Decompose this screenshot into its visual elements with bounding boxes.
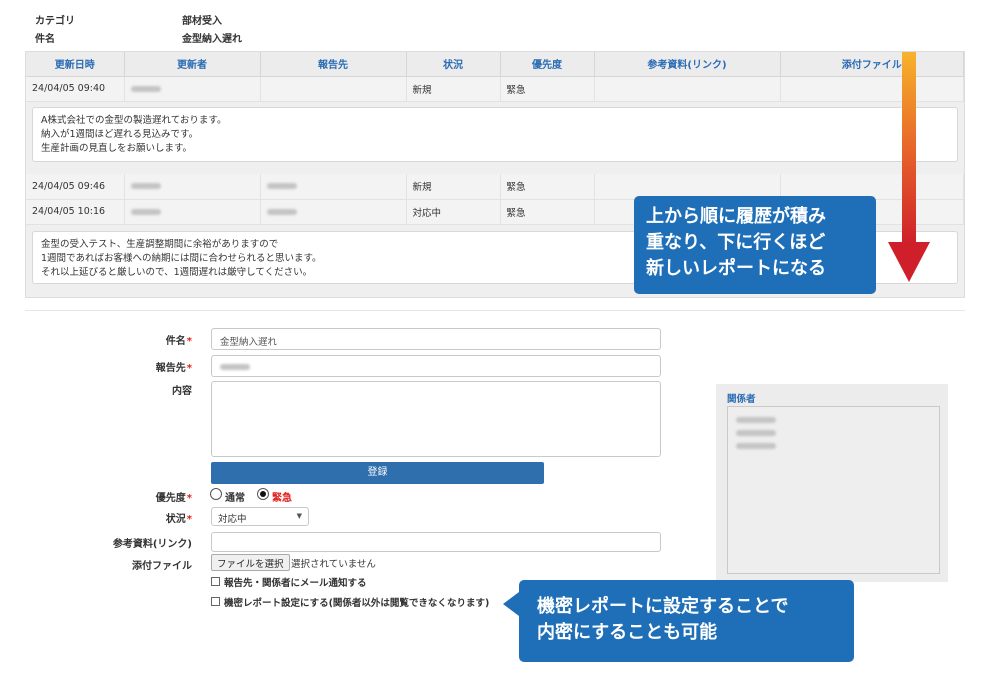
row-priority: 緊急 bbox=[500, 76, 595, 102]
redacted-name bbox=[266, 208, 297, 215]
content-textarea[interactable] bbox=[211, 381, 661, 457]
redacted-name bbox=[736, 443, 776, 449]
form-status-label: 状況* bbox=[165, 514, 192, 525]
row-priority: 緊急 bbox=[500, 199, 595, 225]
priority-normal-radio[interactable] bbox=[210, 488, 222, 500]
redacted-name bbox=[130, 183, 161, 190]
file-status: 選択されていません bbox=[291, 559, 376, 570]
row-report-to bbox=[260, 174, 407, 200]
subject-label: 件名 bbox=[35, 34, 55, 45]
priority-normal-label: 通常 bbox=[225, 493, 245, 504]
confidential-callout: 機密レポートに設定することで 内密にすることも可能 bbox=[503, 580, 854, 662]
history-header-row: 更新日時 更新者 報告先 状況 優先度 参考資料(リンク) 添付ファイル bbox=[26, 52, 964, 77]
redacted-name bbox=[130, 208, 161, 215]
history-order-callout: 上から順に履歴が積み 重なり、下に行くほど 新しいレポートになる bbox=[634, 196, 876, 294]
confidential-checkbox[interactable] bbox=[211, 597, 220, 606]
col-header-priority: 優先度 bbox=[500, 52, 595, 77]
row-priority: 緊急 bbox=[500, 174, 595, 200]
callout-tail bbox=[503, 592, 519, 616]
row-status: 新規 bbox=[406, 76, 501, 102]
redacted-name bbox=[130, 85, 161, 92]
related-persons-panel: 関係者 bbox=[716, 384, 948, 582]
report-to-input[interactable] bbox=[211, 355, 661, 377]
redacted-name bbox=[736, 417, 776, 423]
col-header-datetime: 更新日時 bbox=[26, 52, 125, 77]
row-report-to bbox=[260, 76, 407, 102]
row-updater bbox=[124, 199, 261, 225]
redacted-name bbox=[220, 363, 250, 370]
history-row: 24/04/05 09:40 新規 緊急 bbox=[26, 76, 964, 102]
row-status: 対応中 bbox=[406, 199, 501, 225]
redacted-name bbox=[266, 183, 297, 190]
file-select-button[interactable]: ファイルを選択 bbox=[211, 554, 290, 571]
confidential-checkbox-label: 機密レポート設定にする(関係者以外は閲覧できなくなります) bbox=[224, 598, 490, 609]
callout-line: 重なり、下に行くほど bbox=[646, 232, 826, 253]
category-label: カテゴリ bbox=[35, 16, 75, 27]
down-arrow-icon bbox=[888, 52, 930, 282]
col-header-status: 状況 bbox=[406, 52, 501, 77]
subject-input[interactable]: 金型納入遅れ bbox=[211, 328, 661, 350]
row-datetime: 24/04/05 09:46 bbox=[26, 174, 125, 200]
notify-checkbox[interactable] bbox=[211, 577, 220, 586]
notify-checkbox-label: 報告先・関係者にメール通知する bbox=[224, 578, 367, 589]
link-input[interactable] bbox=[211, 532, 661, 552]
subject-value: 金型納入遅れ bbox=[182, 34, 242, 45]
priority-urgent-label: 緊急 bbox=[272, 493, 292, 504]
row-status: 新規 bbox=[406, 174, 501, 200]
related-persons-list[interactable] bbox=[727, 406, 940, 574]
col-header-report-to: 報告先 bbox=[260, 52, 407, 77]
register-button[interactable]: 登録 bbox=[211, 462, 544, 484]
section-divider bbox=[25, 310, 965, 311]
priority-urgent-radio[interactable] bbox=[257, 488, 269, 500]
chevron-down-icon: ▼ bbox=[296, 512, 302, 520]
row-link bbox=[594, 76, 781, 102]
related-persons-title: 関係者 bbox=[727, 394, 756, 405]
form-content-label: 内容 bbox=[172, 386, 192, 397]
message-line: 納入が1週間ほど遅れる見込みです。 bbox=[41, 129, 199, 140]
category-value: 部材受入 bbox=[182, 16, 222, 27]
form-priority-label: 優先度* bbox=[155, 493, 192, 504]
col-header-link: 参考資料(リンク) bbox=[594, 52, 781, 77]
history-table: 更新日時 更新者 報告先 状況 優先度 参考資料(リンク) 添付ファイル 24/… bbox=[26, 52, 964, 102]
callout-line: 上から順に履歴が積み bbox=[646, 206, 826, 227]
message-line: 生産計画の見直しをお願いします。 bbox=[41, 143, 193, 154]
row-updater bbox=[124, 76, 261, 102]
form-subject-label: 件名* bbox=[165, 336, 192, 347]
redacted-name bbox=[736, 430, 776, 436]
row-datetime: 24/04/05 09:40 bbox=[26, 76, 125, 102]
callout-line: 新しいレポートになる bbox=[646, 258, 826, 279]
form-attachment-label: 添付ファイル bbox=[132, 561, 192, 572]
history-message: A株式会社での金型の製造遅れております。 納入が1週間ほど遅れる見込みです。 生… bbox=[32, 107, 958, 162]
row-report-to bbox=[260, 199, 407, 225]
status-select[interactable]: 対応中 ▼ bbox=[211, 507, 309, 526]
form-link-label: 参考資料(リンク) bbox=[112, 539, 192, 550]
col-header-updater: 更新者 bbox=[124, 52, 261, 77]
message-line: A株式会社での金型の製造遅れております。 bbox=[41, 115, 227, 126]
callout-line: 機密レポートに設定することで bbox=[537, 596, 789, 617]
row-updater bbox=[124, 174, 261, 200]
form-report-to-label: 報告先* bbox=[155, 363, 192, 374]
row-datetime: 24/04/05 10:16 bbox=[26, 199, 125, 225]
callout-line: 内密にすることも可能 bbox=[537, 622, 718, 643]
